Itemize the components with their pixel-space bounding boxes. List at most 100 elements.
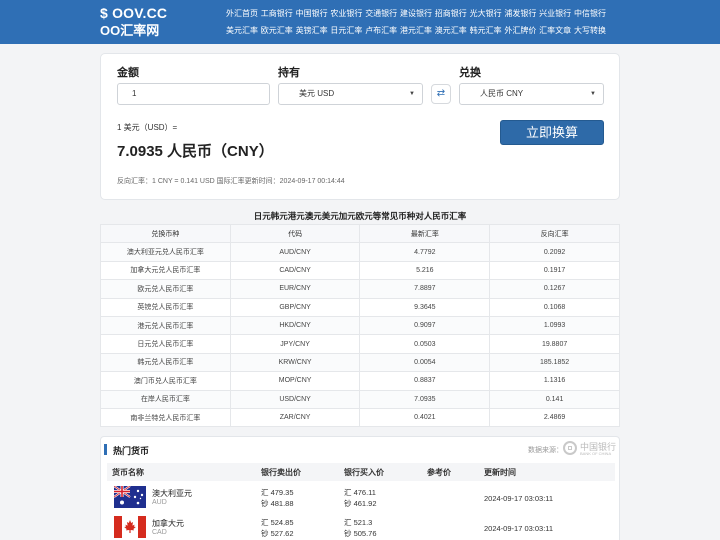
table-cell: 1.1316 <box>489 371 620 391</box>
table-cell: 9.3645 <box>359 297 491 317</box>
nav-link[interactable]: 中信银行 <box>574 9 606 19</box>
nav-link[interactable]: 美元汇率 <box>226 26 258 36</box>
table-row: 南非兰特兑人民币汇率 ZAR/CNY 0.4021 2.4869 <box>100 407 620 428</box>
sell-chao-value: 钞 527.62 <box>261 529 294 538</box>
table-cell: AUD/CNY <box>229 242 361 262</box>
converter-card: 金额 持有 兑换 1 美元 USD ▼ ⇄ 人民币 CNY ▼ 1 美元（USD… <box>100 53 620 200</box>
table-cell[interactable]: 澳大利亚元兑人民币汇率 <box>100 242 231 262</box>
column-header: 参考价 <box>427 468 451 477</box>
result-unit: 1 美元（USD）= <box>117 123 178 132</box>
table-cell[interactable]: 在岸人民币汇率 <box>100 389 231 409</box>
amount-input[interactable]: 1 <box>117 83 270 105</box>
table-cell: 0.0054 <box>359 352 491 373</box>
nav-link[interactable]: 工商银行 <box>261 9 293 19</box>
hot-table-header: 货币名称 银行卖出价 银行买入价 参考价 更新时间 <box>107 463 615 481</box>
reverse-rate-info: 反向汇率：1 CNY = 0.141 USD 国际汇率更新时间：2024-09-… <box>117 178 345 185</box>
amount-label: 金额 <box>117 67 139 79</box>
chevron-down-icon: ▼ <box>409 91 415 97</box>
table-cell: 0.141 <box>489 389 620 409</box>
hot-row-cad[interactable]: 加拿大元 CAD 汇 524.85 钞 527.62 汇 521.3 钞 505… <box>107 514 615 540</box>
bank-of-china-logo: 中国银行 BANK OF CHINA <box>563 440 619 458</box>
nav-link[interactable]: 外汇首页 <box>226 9 258 19</box>
table-row: 日元兑人民币汇率 JPY/CNY 0.0503 19.8807 <box>100 334 620 354</box>
nav-link[interactable]: 英镑汇率 <box>296 26 328 36</box>
canada-flag-icon <box>114 516 146 538</box>
have-currency-value: 美元 USD <box>299 89 335 98</box>
table-cell[interactable]: 澳门币兑人民币汇率 <box>100 371 231 391</box>
site-logo[interactable]: $ OOV.CC OO汇率网 <box>100 5 167 39</box>
currency-name: 加拿大元 <box>152 519 184 528</box>
nav-link[interactable]: 澳元汇率 <box>435 26 467 36</box>
column-header: 兑换币种 <box>100 223 231 244</box>
sell-chao-value: 钞 481.88 <box>261 499 294 508</box>
table-cell: 0.8837 <box>359 371 491 391</box>
nav-link[interactable]: 韩元汇率 <box>470 26 502 36</box>
logo-line1: $ OOV.CC <box>100 5 168 21</box>
table-row: 澳门币兑人民币汇率 MOP/CNY 0.8837 1.1316 <box>100 371 620 391</box>
table-cell[interactable]: 加拿大元兑人民币汇率 <box>100 260 231 281</box>
have-currency-select[interactable]: 美元 USD ▼ <box>278 83 423 105</box>
table-cell: 0.1068 <box>489 297 620 317</box>
site-header: $ OOV.CC OO汇率网 外汇首页 工商银行 中国银行 农业银行 交通银行 … <box>0 0 720 44</box>
table-cell: ZAR/CNY <box>229 407 361 428</box>
table-cell: 2.4869 <box>489 407 620 428</box>
column-header: 代码 <box>229 223 361 244</box>
nav-link[interactable]: 交通银行 <box>365 9 397 19</box>
buy-chao-value: 钞 461.92 <box>344 499 377 508</box>
table-cell[interactable]: 南非兰特兑人民币汇率 <box>100 407 231 428</box>
table-cell[interactable]: 日元兑人民币汇率 <box>100 334 231 354</box>
table-cell: 185.1852 <box>489 352 620 373</box>
nav-link[interactable]: 港元汇率 <box>400 26 432 36</box>
column-header: 银行买入价 <box>344 468 384 477</box>
sell-hui-value: 汇 524.85 <box>261 518 294 527</box>
nav-link[interactable]: 光大银行 <box>470 9 502 19</box>
nav-link[interactable]: 招商银行 <box>435 9 467 19</box>
table-cell: KRW/CNY <box>229 352 361 373</box>
table-cell: CAD/CNY <box>229 260 361 281</box>
nav-link[interactable]: 日元汇率 <box>330 26 362 36</box>
nav-link[interactable]: 农业银行 <box>330 9 362 19</box>
table-cell: MOP/CNY <box>229 371 361 391</box>
nav-link[interactable]: 中国银行 <box>296 9 328 19</box>
table-cell: 1.0993 <box>489 315 620 336</box>
table-row: 欧元兑人民币汇率 EUR/CNY 7.8897 0.1267 <box>100 279 620 299</box>
have-label: 持有 <box>278 67 300 79</box>
update-time: 2024-09-17 03:03:11 <box>484 524 554 533</box>
table-cell: EUR/CNY <box>229 279 361 299</box>
column-header: 更新时间 <box>484 468 516 477</box>
table-cell[interactable]: 欧元兑人民币汇率 <box>100 279 231 299</box>
table-cell: 0.1917 <box>489 260 620 281</box>
convert-button[interactable]: 立即换算 <box>500 120 604 145</box>
table-cell: 19.8807 <box>489 334 620 354</box>
table-cell: 7.8897 <box>359 279 491 299</box>
table-cell: 0.1267 <box>489 279 620 299</box>
nav-row-1: 外汇首页 工商银行 中国银行 农业银行 交通银行 建设银行 招商银行 光大银行 … <box>226 9 606 19</box>
column-header: 最新汇率 <box>359 223 491 244</box>
nav-link[interactable]: 欧元汇率 <box>261 26 293 36</box>
table-cell: 4.7792 <box>359 242 491 262</box>
nav-link[interactable]: 兴业银行 <box>539 9 571 19</box>
nav-link[interactable]: 外汇牌价 <box>504 26 536 36</box>
nav-link[interactable]: 浦发银行 <box>504 9 536 19</box>
nav-link[interactable]: 汇率文章 <box>539 26 571 36</box>
hot-currency-panel: 热门货币 数据来源： 中国银行 BANK OF CHINA 货币名称 银行卖出价… <box>100 436 620 540</box>
exchange-currency-select[interactable]: 人民币 CNY ▼ <box>459 83 604 105</box>
nav-link[interactable]: 卢布汇率 <box>365 26 397 36</box>
table-cell[interactable]: 韩元兑人民币汇率 <box>100 352 231 373</box>
rates-table: 兑换币种 代码 最新汇率 反向汇率 澳大利亚元兑人民币汇率 AUD/CNY 4.77… <box>100 223 620 428</box>
hot-row-aud[interactable]: 澳大利亚元 AUD 汇 479.35 钞 481.88 汇 476.11 钞 4… <box>107 484 615 512</box>
table-cell[interactable]: 港元兑人民币汇率 <box>100 315 231 336</box>
currency-code: AUD <box>152 499 167 506</box>
update-time: 2024-09-17 03:03:11 <box>484 494 554 503</box>
table-cell: 0.9097 <box>359 315 491 336</box>
nav-link[interactable]: 大写转换 <box>574 26 606 36</box>
nav-row-2: 美元汇率 欧元汇率 英镑汇率 日元汇率 卢布汇率 港元汇率 澳元汇率 韩元汇率 … <box>226 26 606 36</box>
table-cell[interactable]: 英镑兑人民币汇率 <box>100 297 231 317</box>
swap-arrows-icon[interactable]: ⇄ <box>431 84 451 104</box>
boc-emblem-icon <box>563 441 577 455</box>
nav-link[interactable]: 建设银行 <box>400 9 432 19</box>
table-row: 韩元兑人民币汇率 KRW/CNY 0.0054 185.1852 <box>100 352 620 373</box>
exchange-currency-value: 人民币 CNY <box>480 89 524 98</box>
australia-flag-icon <box>114 486 146 508</box>
table-header-row: 兑换币种 代码 最新汇率 反向汇率 <box>100 223 620 244</box>
